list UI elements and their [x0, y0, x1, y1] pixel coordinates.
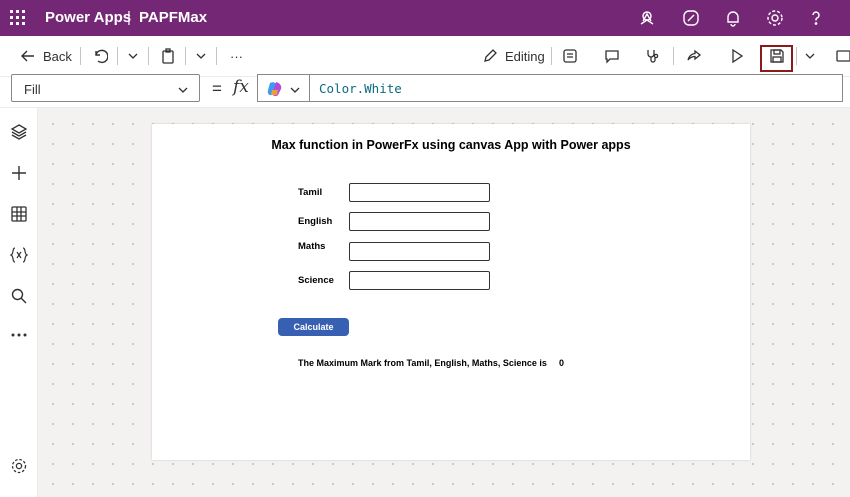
maths-label: Maths — [298, 241, 326, 252]
more-label: ··· — [230, 48, 243, 64]
screen-heading: Max function in PowerFx using canvas App… — [271, 138, 631, 152]
app-header: Power Apps | PAPFMax — [0, 0, 850, 36]
chevron-down-icon — [289, 83, 301, 101]
settings-icon[interactable] — [10, 457, 28, 475]
play-icon — [729, 48, 745, 64]
comments-button[interactable] — [604, 36, 620, 76]
app-health-button[interactable] — [645, 36, 661, 76]
property-value: Fill — [24, 82, 41, 97]
back-label: Back — [43, 48, 72, 64]
copilot-icon[interactable] — [681, 8, 701, 28]
publish-button[interactable] — [836, 36, 850, 76]
copilot-formula-button[interactable] — [257, 74, 309, 102]
equals-sign: = — [212, 79, 222, 98]
copilot-logo-icon — [266, 80, 284, 103]
property-dropdown[interactable]: Fill — [11, 74, 200, 102]
document-icon — [562, 48, 578, 64]
result-label: The Maximum Mark from Tamil, English, Ma… — [298, 358, 547, 368]
stethoscope-icon — [645, 48, 661, 64]
more-commands-button[interactable]: ··· — [230, 36, 243, 76]
editing-mode-button[interactable]: Editing — [482, 36, 545, 76]
tree-view-icon[interactable] — [10, 123, 28, 141]
calculate-button[interactable]: Calculate — [278, 318, 349, 336]
back-button[interactable]: Back — [20, 36, 72, 76]
chevron-down-icon — [177, 83, 189, 101]
comment-icon — [604, 48, 620, 64]
pencil-icon — [482, 48, 498, 64]
tamil-label: Tamil — [298, 187, 323, 198]
save-dropdown[interactable] — [804, 36, 816, 76]
save-highlight-box — [760, 45, 793, 72]
environment-icon[interactable] — [637, 8, 657, 28]
fx-icon: fx — [233, 77, 249, 97]
tamil-input[interactable] — [349, 183, 490, 202]
undo-button[interactable] — [92, 36, 108, 76]
data-icon[interactable] — [10, 205, 28, 223]
chevron-down-icon — [804, 50, 816, 62]
science-label: Science — [298, 275, 334, 286]
chevron-down-icon — [127, 50, 139, 62]
science-input[interactable] — [349, 271, 490, 290]
title-separator: | — [127, 9, 131, 26]
maths-input[interactable] — [349, 242, 490, 261]
publish-icon — [836, 48, 850, 64]
editing-label: Editing — [505, 48, 545, 64]
app-launcher-icon[interactable] — [10, 10, 26, 26]
search-icon[interactable] — [10, 287, 28, 305]
command-bar: Back ··· Editing — [0, 36, 850, 76]
undo-dropdown[interactable] — [127, 36, 139, 76]
english-label: English — [298, 216, 333, 227]
back-arrow-icon — [20, 48, 36, 64]
english-input[interactable] — [349, 212, 490, 231]
result-value: 0 — [559, 358, 565, 368]
formula-text: Color.White — [319, 81, 402, 96]
paste-button[interactable] — [160, 36, 176, 76]
variables-icon[interactable] — [9, 246, 29, 264]
document-name: PAPFMax — [139, 9, 208, 26]
share-button[interactable] — [686, 36, 702, 76]
undo-icon — [92, 48, 108, 64]
app-name: Power Apps — [45, 9, 132, 26]
paste-dropdown[interactable] — [195, 36, 207, 76]
insert-icon[interactable] — [10, 164, 28, 182]
app-checker-button[interactable] — [562, 36, 578, 76]
settings-icon[interactable] — [765, 8, 785, 28]
more-icon[interactable] — [10, 326, 28, 344]
help-icon[interactable] — [806, 8, 826, 28]
left-rail — [0, 108, 38, 497]
chevron-down-icon — [195, 50, 207, 62]
preview-button[interactable] — [729, 36, 745, 76]
app-screen[interactable]: Max function in PowerFx using canvas App… — [152, 124, 750, 460]
formula-input[interactable]: Color.White — [309, 74, 843, 102]
notifications-icon[interactable] — [723, 8, 743, 28]
share-icon — [686, 48, 702, 64]
clipboard-icon — [160, 48, 176, 64]
